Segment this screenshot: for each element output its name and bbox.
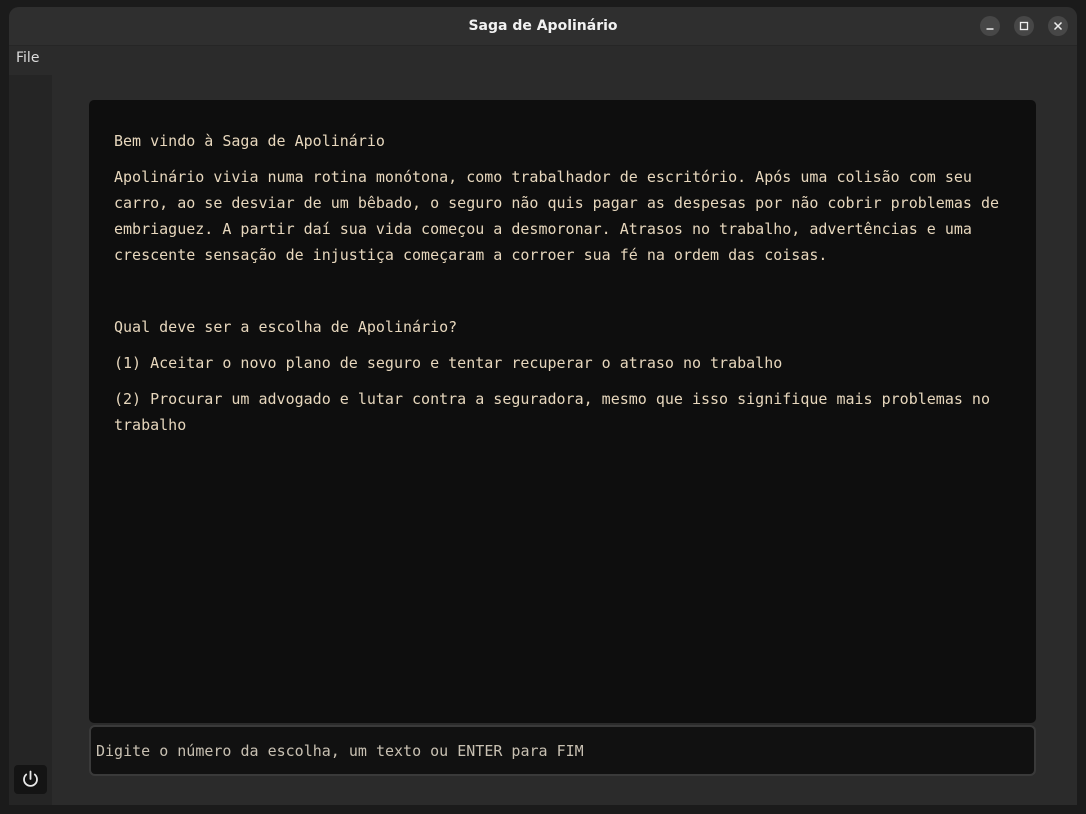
power-icon (23, 770, 38, 787)
maximize-button[interactable] (1014, 16, 1034, 36)
welcome-heading: Bem vindo à Saga de Apolinário (114, 132, 385, 150)
choice-input-container (89, 725, 1036, 776)
minimize-icon (986, 28, 994, 30)
menu-bar: File (9, 46, 1077, 75)
story-text: Apolinário vivia numa rotina monótona, c… (114, 168, 1000, 264)
choice-input[interactable] (91, 727, 1034, 774)
power-button[interactable] (14, 765, 47, 794)
app-window: Saga de Apolinário File Bem vindo à Saga… (9, 7, 1077, 805)
menu-file[interactable]: File (16, 50, 39, 66)
close-button[interactable] (1048, 16, 1068, 36)
sidebar (9, 75, 52, 805)
title-bar[interactable]: Saga de Apolinário (9, 7, 1077, 46)
minimize-button[interactable] (980, 16, 1000, 36)
choice-option-2: (2) Procurar um advogado e lutar contra … (114, 390, 990, 434)
maximize-icon (1019, 21, 1029, 31)
window-title: Saga de Apolinário (468, 18, 618, 34)
story-output: Bem vindo à Saga de Apolinário Apolinári… (89, 100, 1036, 723)
choice-question: Qual deve ser a escolha de Apolinário? (114, 318, 458, 336)
choice-option-1: (1) Aceitar o novo plano de seguro e ten… (114, 354, 783, 372)
close-icon (1053, 21, 1063, 31)
